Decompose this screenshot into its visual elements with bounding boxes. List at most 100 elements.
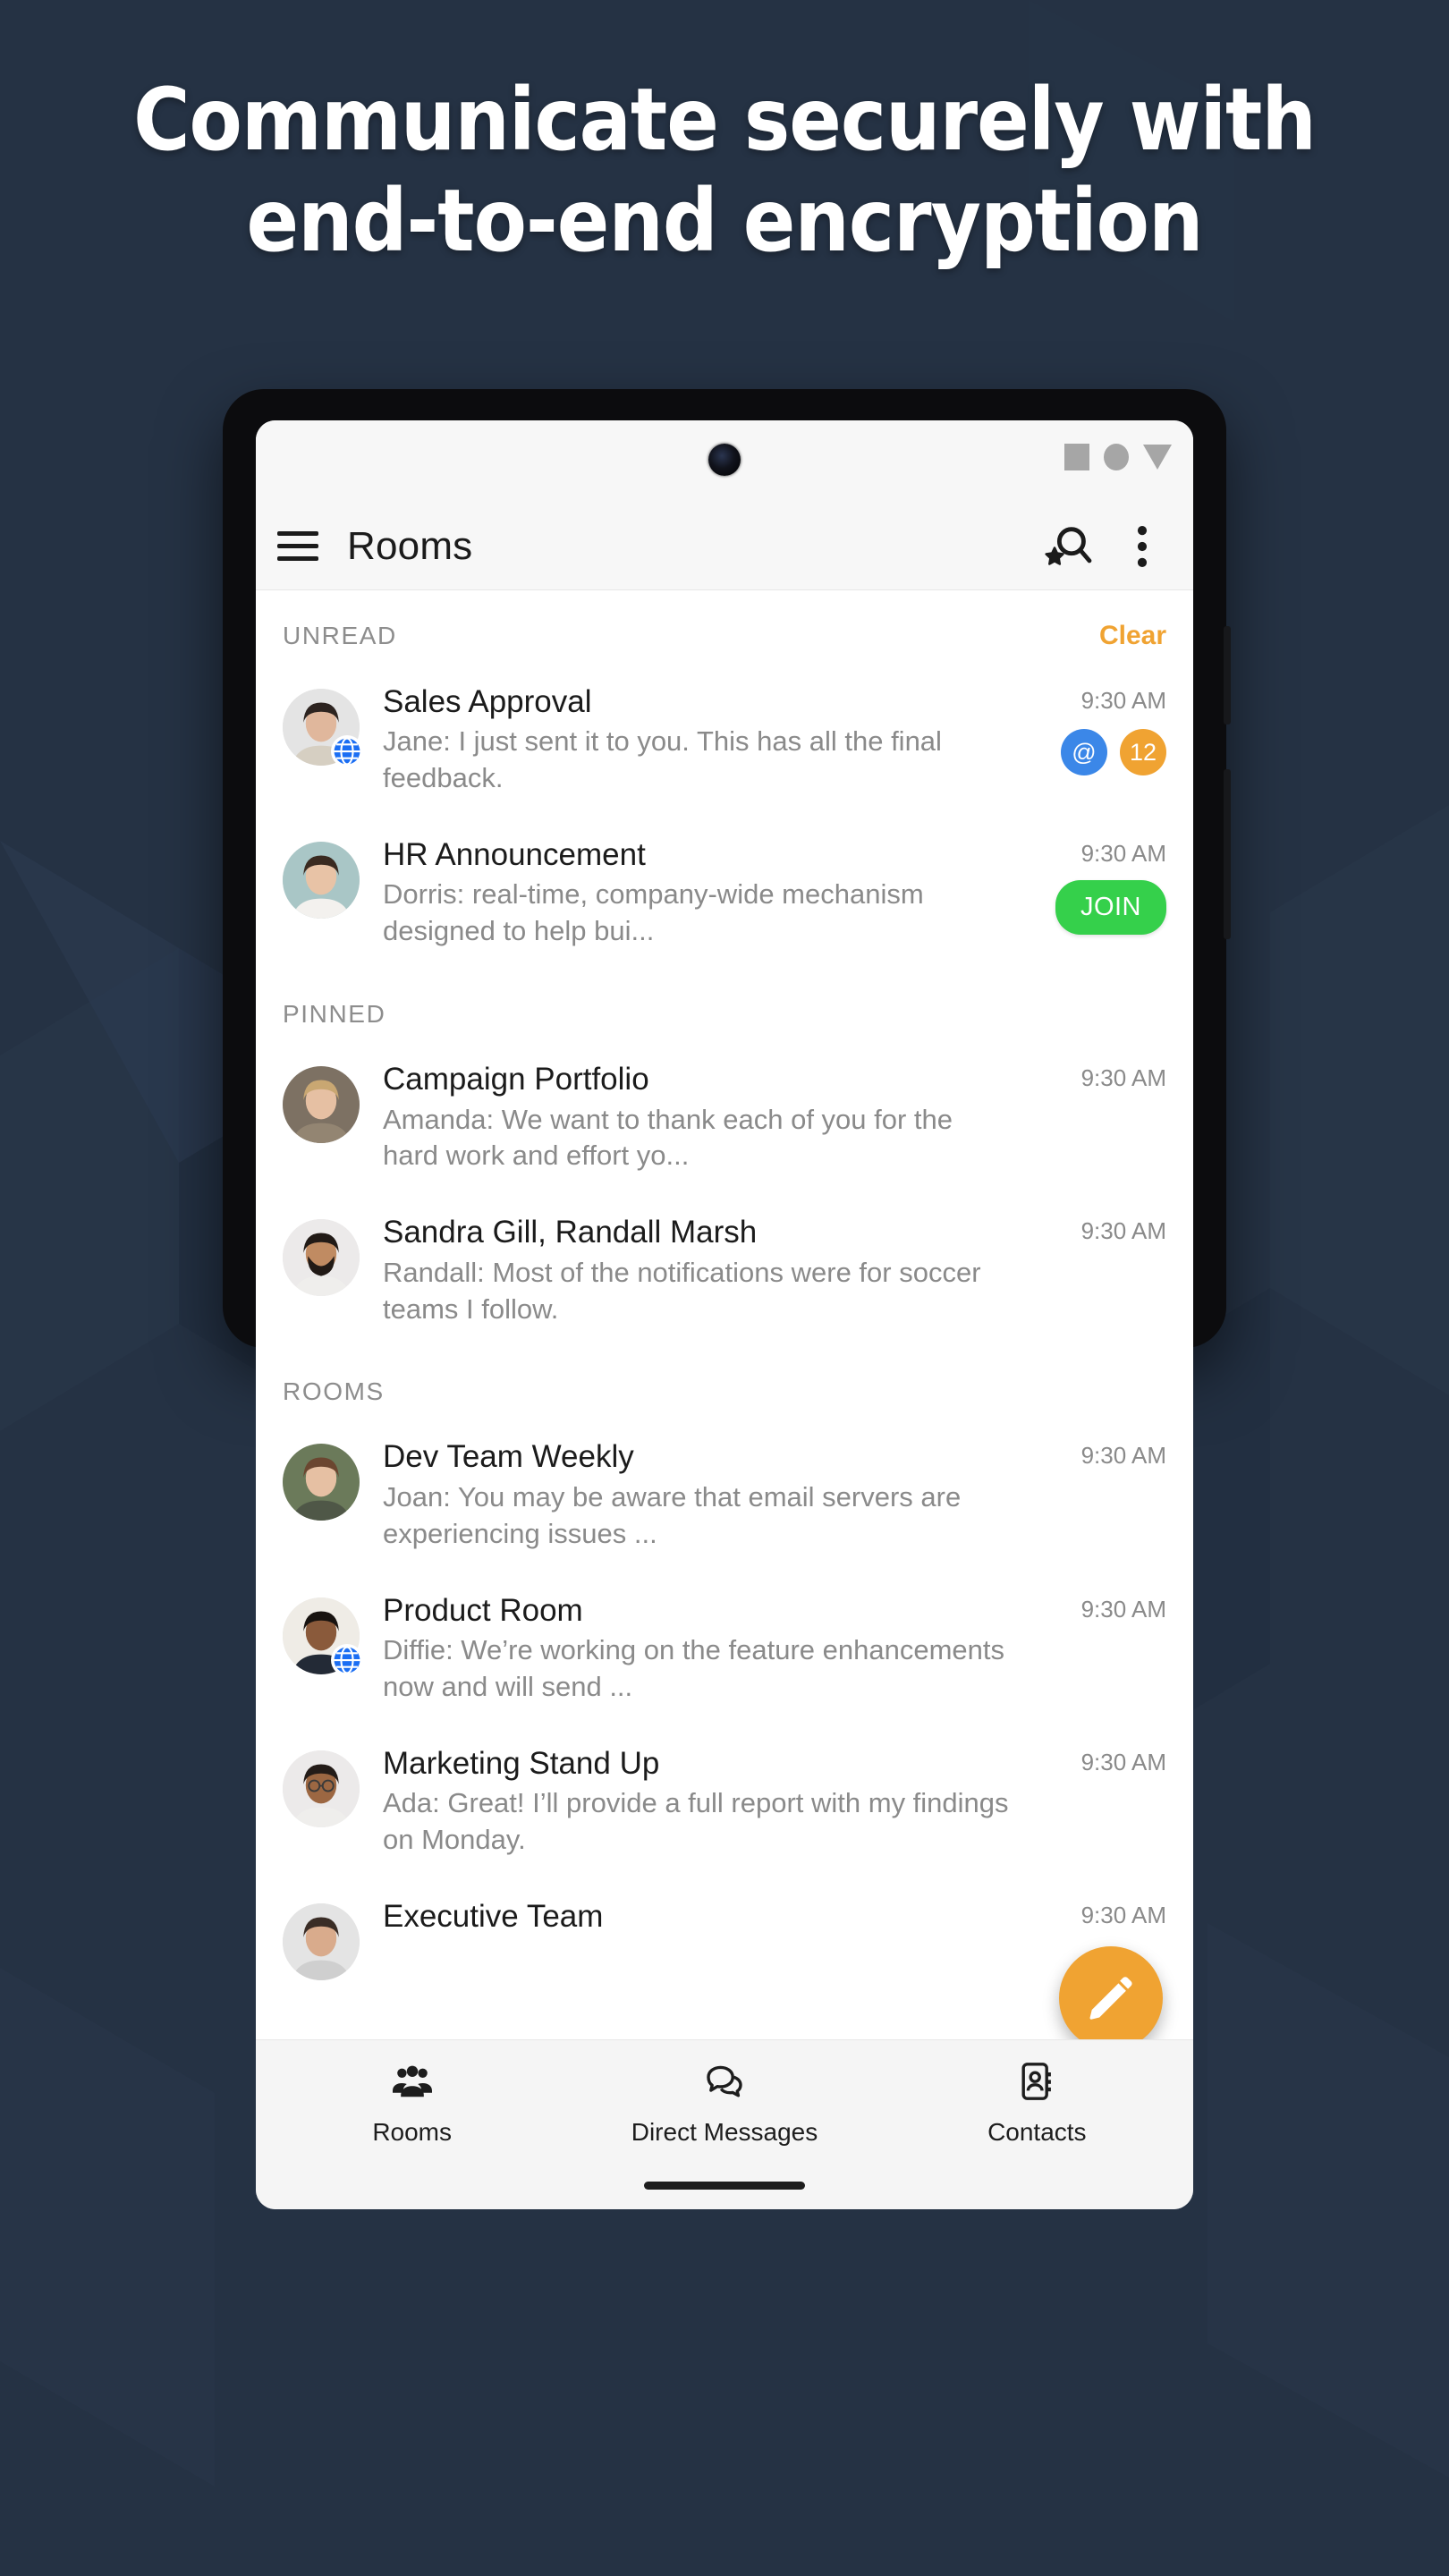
room-preview: Randall: Most of the notifications were … — [383, 1256, 981, 1325]
room-name: Sales Approval — [383, 684, 592, 719]
room-meta: 9:30 AM — [1030, 1438, 1166, 1470]
room-preview: Diffie: We’re working on the feature enh… — [383, 1633, 1005, 1702]
avatar-image — [283, 1066, 360, 1144]
room-meta: 9:30 AM — [1030, 1745, 1166, 1776]
page-headline: Communicate securely with end-to-end enc… — [0, 70, 1449, 273]
avatar-image — [283, 1219, 360, 1297]
globe-icon — [334, 1646, 360, 1674]
section-title: UNREAD — [283, 622, 397, 649]
app-bar: Rooms — [256, 503, 1193, 590]
avatar — [283, 1902, 360, 1980]
room-list-item[interactable]: Sales Approval Jane: I just sent it to yo… — [256, 664, 1193, 817]
mention-badge: @ — [1061, 729, 1107, 775]
circle-icon — [1104, 444, 1129, 470]
square-icon — [1064, 444, 1089, 470]
room-text-block: Executive Team — [360, 1898, 1030, 1938]
room-meta: 9:30 AM @12 — [1030, 683, 1166, 775]
triangle-down-icon — [1143, 445, 1172, 470]
room-timestamp: 9:30 AM — [1080, 1595, 1166, 1623]
people-group-icon — [388, 2060, 436, 2107]
more-vertical-icon[interactable] — [1116, 521, 1168, 572]
room-list-item[interactable]: Product Room Diffie: We’re working on the… — [256, 1572, 1193, 1725]
room-preview: Jane: I just sent it to you. This has al… — [383, 725, 942, 794]
headline-line-1: Communicate securely with — [133, 70, 1317, 170]
room-name: Campaign Portfolio — [383, 1062, 649, 1097]
room-timestamp: 9:30 AM — [1080, 1748, 1166, 1775]
front-camera-punch-hole — [708, 444, 741, 476]
phone-power-button — [1224, 626, 1231, 724]
nav-item-contacts[interactable]: Contacts — [881, 2060, 1193, 2147]
nav-item-rooms[interactable]: Rooms — [256, 2060, 568, 2147]
section-title: ROOMS — [283, 1377, 385, 1406]
room-preview: Dorris: real-time, company-wide mechanis… — [383, 878, 924, 947]
room-preview: Amanda: We want to thank each of you for… — [383, 1103, 953, 1172]
nav-item-label: Direct Messages — [631, 2118, 818, 2146]
avatar — [283, 1066, 360, 1144]
section-header: ROOMS — [256, 1347, 1193, 1419]
avatar-image — [283, 842, 360, 919]
status-bar — [256, 420, 1193, 503]
room-text-block: Product Room Diffie: We’re working on the… — [360, 1592, 1030, 1706]
room-timestamp: 9:30 AM — [1080, 1064, 1166, 1092]
room-timestamp: 9:30 AM — [1080, 1442, 1166, 1470]
room-name: HR Announcement — [383, 837, 646, 873]
home-indicator — [644, 2182, 805, 2190]
headline-line-2: end-to-end encryption — [246, 171, 1204, 272]
room-list-item[interactable]: Sandra Gill, Randall Marsh Randall: Most … — [256, 1194, 1193, 1347]
avatar — [283, 1444, 360, 1521]
avatar — [283, 689, 363, 767]
avatar — [283, 842, 360, 919]
room-preview: Joan: You may be aware that email server… — [383, 1480, 962, 1549]
room-preview: Ada: Great! I’ll provide a full report w… — [383, 1786, 1009, 1855]
room-name: Sandra Gill, Randall Marsh — [383, 1215, 758, 1250]
room-list-item[interactable]: Campaign Portfolio Amanda: We want to tha… — [256, 1041, 1193, 1194]
section-header: PINNED — [256, 970, 1193, 1041]
room-meta: 9:30 AM — [1030, 1592, 1166, 1623]
section-header: UNREAD Clear — [256, 590, 1193, 664]
room-list[interactable]: UNREAD Clear Sales Approval Jane: I just se… — [256, 590, 1193, 2000]
room-text-block: Campaign Portfolio Amanda: We want to tha… — [360, 1061, 1030, 1174]
room-list-item[interactable]: Dev Team Weekly Joan: You may be aware th… — [256, 1419, 1193, 1572]
join-button[interactable]: JOIN — [1055, 880, 1166, 936]
page-title: Rooms — [347, 523, 473, 568]
room-text-block: Sandra Gill, Randall Marsh Randall: Most … — [360, 1214, 1030, 1327]
nav-item-label: Rooms — [372, 2118, 453, 2146]
status-bar-icons — [1064, 444, 1172, 470]
pencil-edit-icon — [1089, 1977, 1132, 2020]
hamburger-menu-icon[interactable] — [277, 526, 318, 567]
room-timestamp: 9:30 AM — [1080, 687, 1166, 714]
room-list-item[interactable]: Marketing Stand Up Ada: Great! I’ll provi… — [256, 1725, 1193, 1878]
compose-fab-button[interactable] — [1059, 1946, 1163, 2050]
room-text-block: HR Announcement Dorris: real-time, compan… — [360, 836, 1030, 950]
unread-count-badge: 12 — [1120, 729, 1166, 775]
room-name: Executive Team — [383, 1898, 604, 1934]
search-star-icon[interactable] — [1043, 521, 1095, 572]
room-meta: 9:30 AM JOIN — [1030, 836, 1166, 936]
room-text-block: Sales Approval Jane: I just sent it to yo… — [360, 683, 1030, 797]
avatar — [283, 1219, 360, 1297]
room-meta: 9:30 AM — [1030, 1061, 1166, 1092]
room-list-item[interactable]: HR Announcement Dorris: real-time, compan… — [256, 817, 1193, 970]
avatar-image — [283, 1902, 360, 1980]
contact-card-icon — [1013, 2060, 1061, 2107]
clear-button[interactable]: Clear — [1099, 621, 1166, 651]
phone-volume-button — [1224, 769, 1231, 939]
room-meta: 9:30 AM — [1030, 1898, 1166, 1929]
nav-item-direct-messages[interactable]: Direct Messages — [568, 2060, 880, 2147]
nav-item-label: Contacts — [987, 2118, 1087, 2146]
chat-bubbles-icon — [700, 2060, 749, 2107]
room-name: Dev Team Weekly — [383, 1439, 634, 1475]
public-room-globe-badge — [331, 735, 363, 767]
room-text-block: Dev Team Weekly Joan: You may be aware th… — [360, 1438, 1030, 1552]
avatar-image — [283, 1750, 360, 1827]
avatar — [283, 1597, 363, 1676]
room-meta: 9:30 AM — [1030, 1214, 1166, 1245]
public-room-globe-badge — [331, 1643, 363, 1676]
section-title: PINNED — [283, 1000, 386, 1029]
room-name: Marketing Stand Up — [383, 1745, 660, 1781]
phone-screen: Rooms UNREAD Clear Sales Approval Jane: I j… — [256, 420, 1193, 2209]
avatar-image — [283, 1444, 360, 1521]
badge-row: @12 — [1061, 729, 1166, 775]
room-list-item[interactable]: Executive Team 9:30 AM — [256, 1878, 1193, 2000]
avatar — [283, 1750, 360, 1827]
